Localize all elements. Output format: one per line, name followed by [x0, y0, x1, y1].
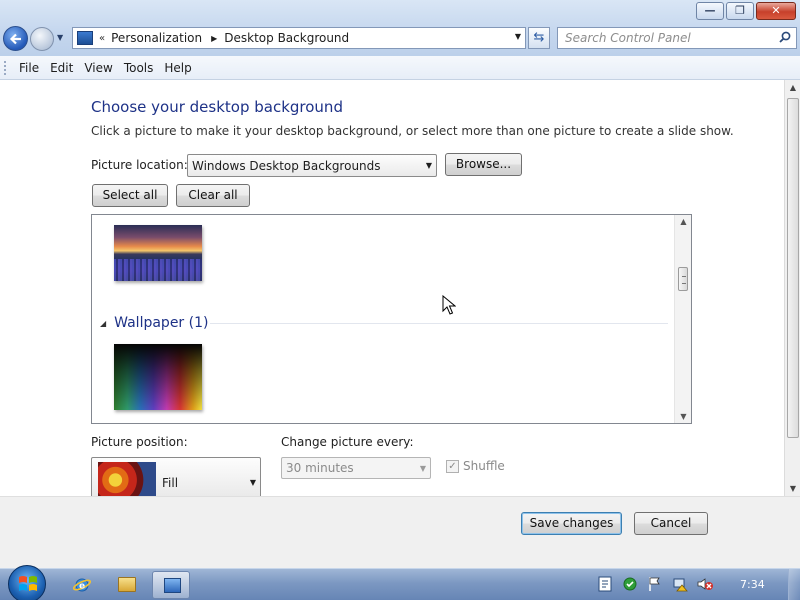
- collapse-triangle-icon[interactable]: ◢: [100, 319, 106, 328]
- control-panel-icon: [77, 31, 93, 45]
- address-bar[interactable]: « Personalization ▶ Desktop Background ▼: [72, 27, 526, 49]
- chevron-down-icon: ▼: [419, 464, 426, 473]
- breadcrumb-item-desktop-background[interactable]: Desktop Background: [224, 31, 349, 45]
- scroll-down-icon[interactable]: ▼: [785, 484, 800, 493]
- menu-help[interactable]: Help: [159, 59, 196, 77]
- window-controls: — ❐ ✕: [694, 2, 796, 20]
- picture-location-label: Picture location:: [91, 158, 188, 172]
- picture-position-value: Fill: [162, 476, 179, 490]
- security-icon[interactable]: [621, 575, 639, 593]
- wallpaper-thumbnail-lake[interactable]: [114, 225, 202, 281]
- change-picture-value: 30 minutes: [286, 461, 354, 475]
- change-picture-label: Change picture every:: [281, 435, 414, 449]
- system-tray: [596, 575, 721, 593]
- picture-picker: ◢ Wallpaper (1) ▲ ▼: [91, 214, 692, 424]
- close-icon: ✕: [771, 4, 781, 17]
- group-divider: [210, 323, 668, 324]
- shuffle-label: Shuffle: [463, 459, 505, 473]
- scroll-down-icon[interactable]: ▼: [675, 412, 691, 421]
- menu-tools[interactable]: Tools: [119, 59, 159, 77]
- breadcrumb-overflow-icon[interactable]: «: [99, 33, 105, 44]
- window-chrome: — ❐ ✕ ▼ « Personalization ▶ Desktop Back…: [0, 0, 800, 56]
- picture-position-label: Picture position:: [91, 435, 188, 449]
- taskbar-control-panel[interactable]: [152, 571, 190, 599]
- select-all-button[interactable]: Select all: [92, 184, 168, 207]
- volume-muted-icon[interactable]: [696, 575, 714, 593]
- taskbar-internet-explorer[interactable]: e: [63, 571, 101, 599]
- taskbar-windows-explorer[interactable]: [108, 571, 146, 599]
- menu-edit[interactable]: Edit: [45, 59, 78, 77]
- show-desktop-button[interactable]: [788, 569, 800, 600]
- network-icon[interactable]: [671, 575, 689, 593]
- search-icon[interactable]: [779, 31, 791, 43]
- picker-scrollbar[interactable]: ▲ ▼: [674, 215, 691, 423]
- page-title: Choose your desktop background: [91, 98, 343, 116]
- group-header-wallpaper[interactable]: ◢ Wallpaper (1): [100, 315, 208, 331]
- browse-button[interactable]: Browse...: [445, 153, 522, 176]
- wallpaper-thumbnail-rainbow[interactable]: [114, 344, 202, 410]
- flag-icon[interactable]: [646, 575, 664, 593]
- menu-bar: File Edit View Tools Help: [0, 56, 800, 80]
- save-changes-button[interactable]: Save changes: [521, 512, 622, 535]
- minimize-button[interactable]: —: [696, 2, 724, 20]
- back-button[interactable]: [3, 26, 28, 51]
- minimize-icon: —: [704, 4, 716, 17]
- picture-location-select[interactable]: Windows Desktop Backgrounds ▼: [187, 154, 437, 177]
- maximize-button[interactable]: ❐: [726, 2, 754, 20]
- forward-button[interactable]: [30, 27, 54, 51]
- main-content: Choose your desktop background Click a p…: [0, 80, 784, 502]
- refresh-icon: ⇆: [533, 30, 545, 45]
- page-scroll-thumb[interactable]: [787, 98, 799, 438]
- menu-file[interactable]: File: [14, 59, 44, 77]
- page-description: Click a picture to make it your desktop …: [91, 124, 734, 138]
- recent-pages-dropdown-icon[interactable]: ▼: [57, 33, 63, 42]
- action-center-icon[interactable]: [596, 575, 614, 593]
- change-picture-interval-select[interactable]: 30 minutes ▼: [281, 457, 431, 479]
- scroll-up-icon[interactable]: ▲: [785, 83, 800, 92]
- back-arrow-icon: [9, 33, 21, 45]
- taskbar-clock[interactable]: 7:34: [740, 578, 765, 591]
- maximize-icon: ❐: [735, 4, 745, 17]
- breadcrumb-item-personalization[interactable]: Personalization: [111, 31, 202, 45]
- command-footer: Save changes Cancel: [0, 496, 800, 568]
- folder-icon: [118, 577, 136, 592]
- breadcrumb-separator-icon[interactable]: ▶: [211, 34, 217, 43]
- search-input[interactable]: [558, 28, 768, 48]
- chevron-down-icon: ▼: [425, 161, 432, 170]
- taskbar: e 7:34: [0, 565, 800, 600]
- windows-logo-icon: [19, 576, 37, 591]
- chevron-down-icon: ▼: [249, 478, 256, 487]
- mouse-cursor-icon: [442, 295, 456, 315]
- clear-all-button[interactable]: Clear all: [176, 184, 250, 207]
- checkbox-checked-icon[interactable]: ✓: [446, 459, 459, 473]
- picker-scroll-thumb[interactable]: [678, 267, 688, 291]
- start-button[interactable]: [8, 565, 46, 600]
- page-scrollbar[interactable]: ▲ ▼: [784, 80, 800, 496]
- picture-position-select[interactable]: Fill ▼: [91, 457, 261, 502]
- scroll-up-icon[interactable]: ▲: [675, 217, 691, 226]
- search-box[interactable]: [557, 27, 797, 49]
- group-title: Wallpaper (1): [114, 315, 209, 331]
- shuffle-checkbox[interactable]: ✓ Shuffle: [446, 459, 505, 473]
- picture-location-value: Windows Desktop Backgrounds: [192, 158, 381, 173]
- internet-explorer-icon: e: [73, 578, 91, 592]
- svg-text:e: e: [79, 582, 85, 592]
- control-panel-icon: [164, 578, 181, 593]
- address-dropdown-icon[interactable]: ▼: [515, 32, 521, 41]
- refresh-button[interactable]: ⇆: [528, 27, 550, 49]
- toolbar-grip[interactable]: [4, 60, 7, 75]
- cancel-button[interactable]: Cancel: [634, 512, 708, 535]
- menu-view[interactable]: View: [79, 59, 117, 77]
- close-button[interactable]: ✕: [756, 2, 796, 20]
